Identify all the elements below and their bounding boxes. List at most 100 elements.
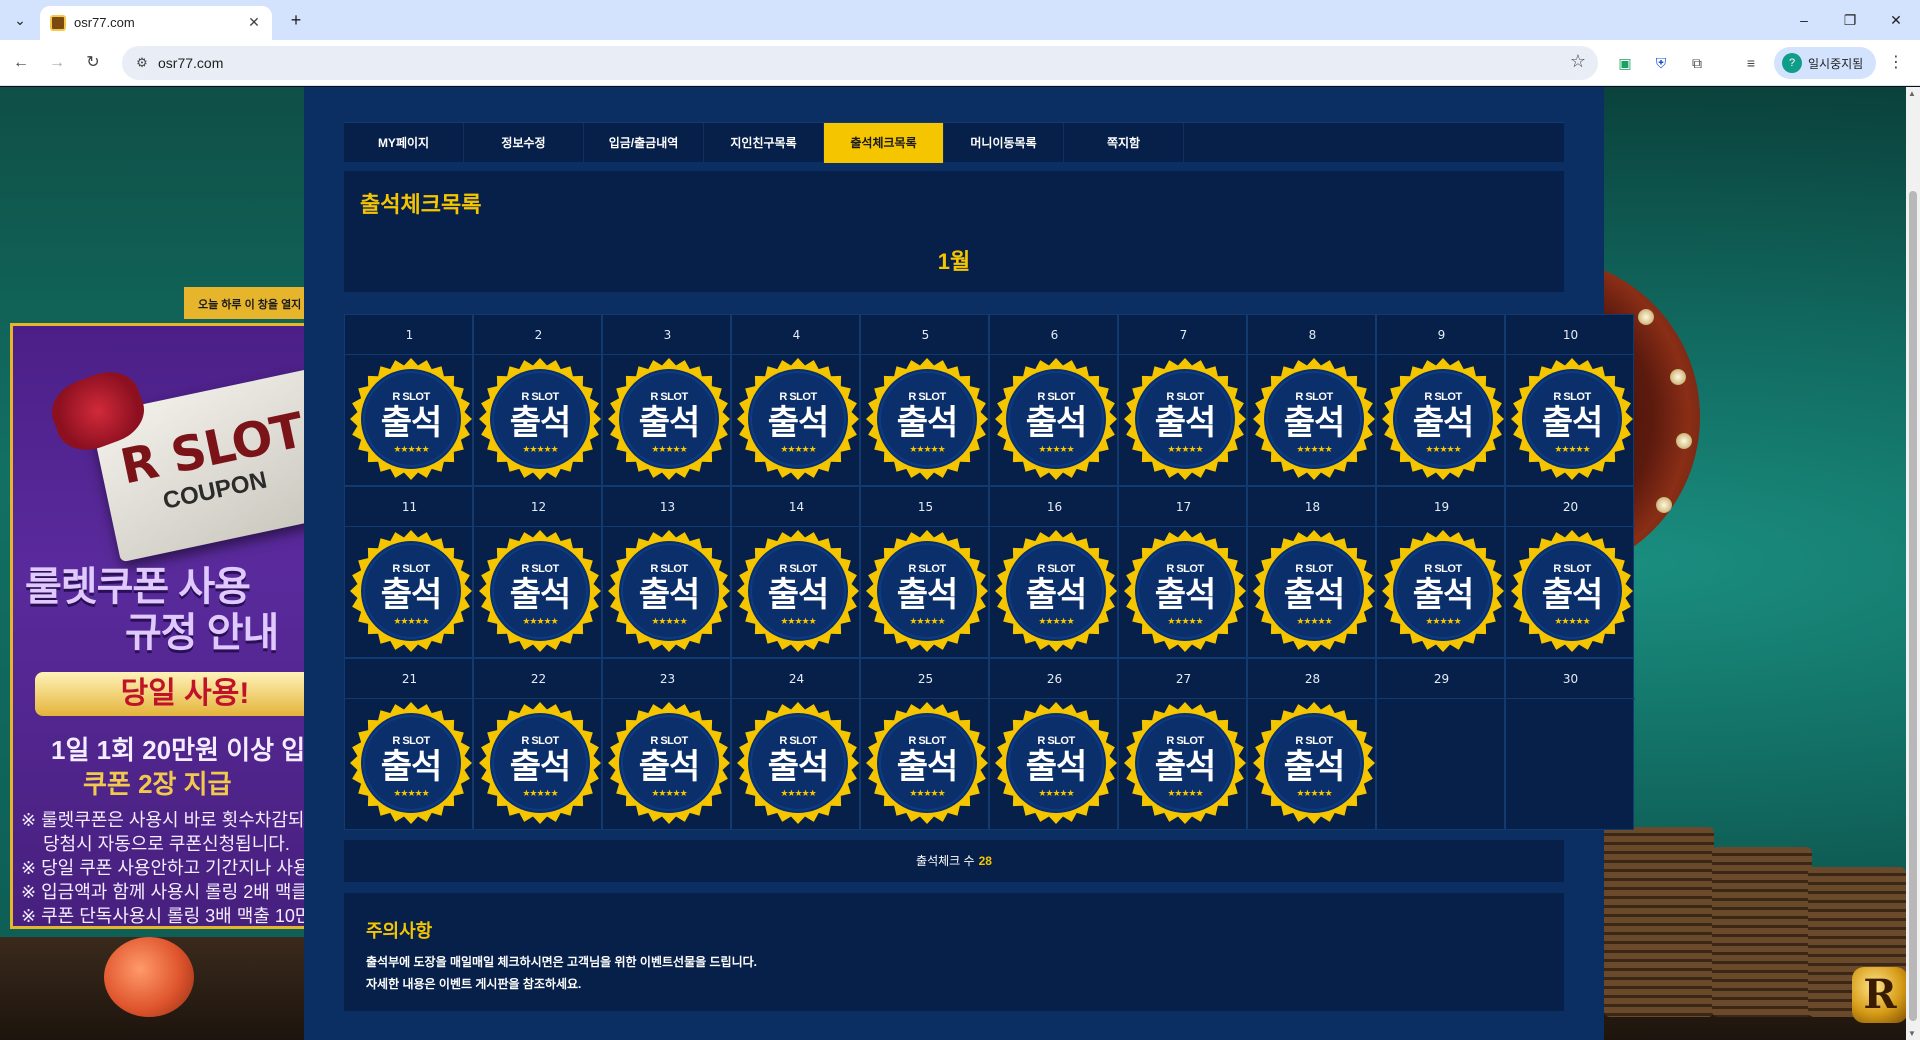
stamp-stars: ★★★★★ [909,444,945,454]
day-number: 28 [1248,659,1377,699]
attendance-stamp-icon: R SLOT 출석 ★★★★★ [736,701,860,825]
stamp-stars: ★★★★★ [393,444,429,454]
stamp-stars: ★★★★★ [1296,788,1332,798]
scroll-up-icon[interactable]: ▲ [1908,89,1916,98]
day-number: 2 [474,315,603,355]
day-number: 6 [990,315,1119,355]
more-icon[interactable]: ⋮ [1886,52,1906,74]
stamp-brand: R SLOT [650,735,688,747]
bookmark-star-icon[interactable]: ☆ [1570,51,1586,72]
puzzle-icon[interactable]: ⧉ [1686,52,1708,74]
scroll-thumb[interactable] [1909,191,1917,1021]
calendar-day-cell: 23 R SLOT 출석 ★★★★★ [602,658,732,830]
menu-tab[interactable]: 출석체크목록 [824,123,944,163]
stamp-stars: ★★★★★ [1038,444,1074,454]
stamp-brand: R SLOT [908,563,946,575]
calendar-day-cell: 27 R SLOT 출석 ★★★★★ [1118,658,1248,830]
attendance-stamp-icon: R SLOT 출석 ★★★★★ [1381,357,1505,481]
menu-tab[interactable]: 머니이동목록 [944,123,1064,163]
attendance-stamp-icon: R SLOT 출석 ★★★★★ [1123,701,1247,825]
day-number: 22 [474,659,603,699]
menu-tab[interactable]: 쪽지함 [1064,123,1184,163]
tab-title: osr77.com [74,15,135,30]
stamp-stars: ★★★★★ [1038,788,1074,798]
day-number: 11 [345,487,474,527]
stamp-brand: R SLOT [908,391,946,403]
stamp-brand: R SLOT [1424,563,1462,575]
browser-tab[interactable]: osr77.com ✕ [40,6,272,40]
attendance-count-label: 출석체크 수 [916,854,975,868]
stamp-stars: ★★★★★ [522,444,558,454]
popup-note: ※ 룰렛쿠폰은 사용시 바로 횟수차감되며 [21,810,304,830]
media-icon[interactable]: ≡ [1740,52,1762,74]
calendar-day-cell: 7 R SLOT 출석 ★★★★★ [1118,314,1248,486]
attendance-stamp-icon: R SLOT 출석 ★★★★★ [349,357,473,481]
stamp-word: 출석 [1154,576,1217,614]
day-number: 15 [861,487,990,527]
address-bar[interactable]: ⚙ osr77.com ☆ [122,46,1598,80]
stamp-brand: R SLOT [779,391,817,403]
stamp-stars: ★★★★★ [780,616,816,626]
shield-icon[interactable]: ⛨ [1650,52,1672,74]
stamp-stars: ★★★★★ [522,788,558,798]
month-label: 1월 [937,249,971,274]
reload-icon[interactable]: ↻ [80,50,106,76]
day-number: 1 [345,315,474,355]
stamp-word: 출석 [380,404,443,442]
calendar-day-cell: 18 R SLOT 출석 ★★★★★ [1247,486,1377,658]
profile-button[interactable]: ? 일시중지됨 [1774,47,1876,79]
calendar-day-cell: 28 R SLOT 출석 ★★★★★ [1247,658,1377,830]
minimize-icon[interactable]: – [1782,6,1826,34]
fish-mascot-image [104,937,194,1017]
menu-tab[interactable]: MY페이지 [344,123,464,163]
day-number: 8 [1248,315,1377,355]
menu-tab[interactable]: 입금/출금내역 [584,123,704,163]
stamp-word: 출석 [767,576,830,614]
day-number: 7 [1119,315,1248,355]
day-number: 5 [861,315,990,355]
attendance-stamp-icon: R SLOT 출석 ★★★★★ [349,529,473,653]
attendance-calendar: 1R SLOT 출석 ★★★★★ 2 R SLOT 출석 ★★★★★ 3 R SLOT 출석 ★★★… [344,314,1635,830]
attendance-stamp-icon: R SLOT 출석 ★★★★★ [1510,529,1634,653]
page-scrollbar[interactable]: ▲ ▼ [1906,87,1920,1040]
scroll-down-icon[interactable]: ▼ [1908,1029,1916,1038]
stamp-brand: R SLOT [779,735,817,747]
menu-tab[interactable]: 정보수정 [464,123,584,163]
attendance-count-bar: 출석체크 수 28 [344,840,1564,882]
url-text[interactable]: osr77.com [158,55,223,71]
forward-icon[interactable]: → [44,50,70,76]
site-info-icon[interactable]: ⚙ [132,53,152,73]
day-number: 3 [603,315,732,355]
close-icon[interactable]: ✕ [244,12,264,32]
day-number: 10 [1506,315,1635,355]
day-number: 18 [1248,487,1377,527]
notice-title: 주의사항 [366,921,433,941]
extension-icon[interactable]: ▣ [1614,52,1636,74]
attendance-stamp-icon: R SLOT 출석 ★★★★★ [994,529,1118,653]
stamp-word: 출석 [767,404,830,442]
page-title: 출석체크목록 [360,192,482,217]
stamp-word: 출석 [896,748,959,786]
stamp-word: 출석 [638,748,701,786]
restore-icon[interactable]: ❐ [1828,6,1872,34]
close-today-button[interactable]: 오늘 하루 이 창을 열지 않기 [184,287,304,319]
corner-logo-badge[interactable]: R [1852,967,1906,1023]
calendar-day-cell: 9 R SLOT 출석 ★★★★★ [1376,314,1506,486]
calendar-day-cell: 10 R SLOT 출석 ★★★★★ [1505,314,1635,486]
stamp-word: 출석 [1283,576,1346,614]
calendar-day-cell: 2 R SLOT 출석 ★★★★★ [473,314,603,486]
stamp-word: 출석 [1154,404,1217,442]
stamp-word: 출석 [1412,404,1475,442]
tab-search-icon[interactable]: ⌄ [8,9,32,33]
calendar-day-cell: 19 R SLOT 출석 ★★★★★ [1376,486,1506,658]
close-window-icon[interactable]: ✕ [1874,6,1918,34]
menu-tab[interactable]: 지인친구목록 [704,123,824,163]
plus-icon[interactable]: + [282,8,310,32]
back-icon[interactable]: ← [8,50,34,76]
attendance-stamp-icon: R SLOT 출석 ★★★★★ [1252,701,1376,825]
day-number: 16 [990,487,1119,527]
calendar-day-cell: 22 R SLOT 출석 ★★★★★ [473,658,603,830]
stamp-word: 출석 [1541,576,1604,614]
stamp-word: 출석 [1025,748,1088,786]
page-viewport: 오늘 하루 이 창을 열지 않기 R SLOT COUPON 룰렛쿠폰 사용 규… [0,87,1906,1040]
